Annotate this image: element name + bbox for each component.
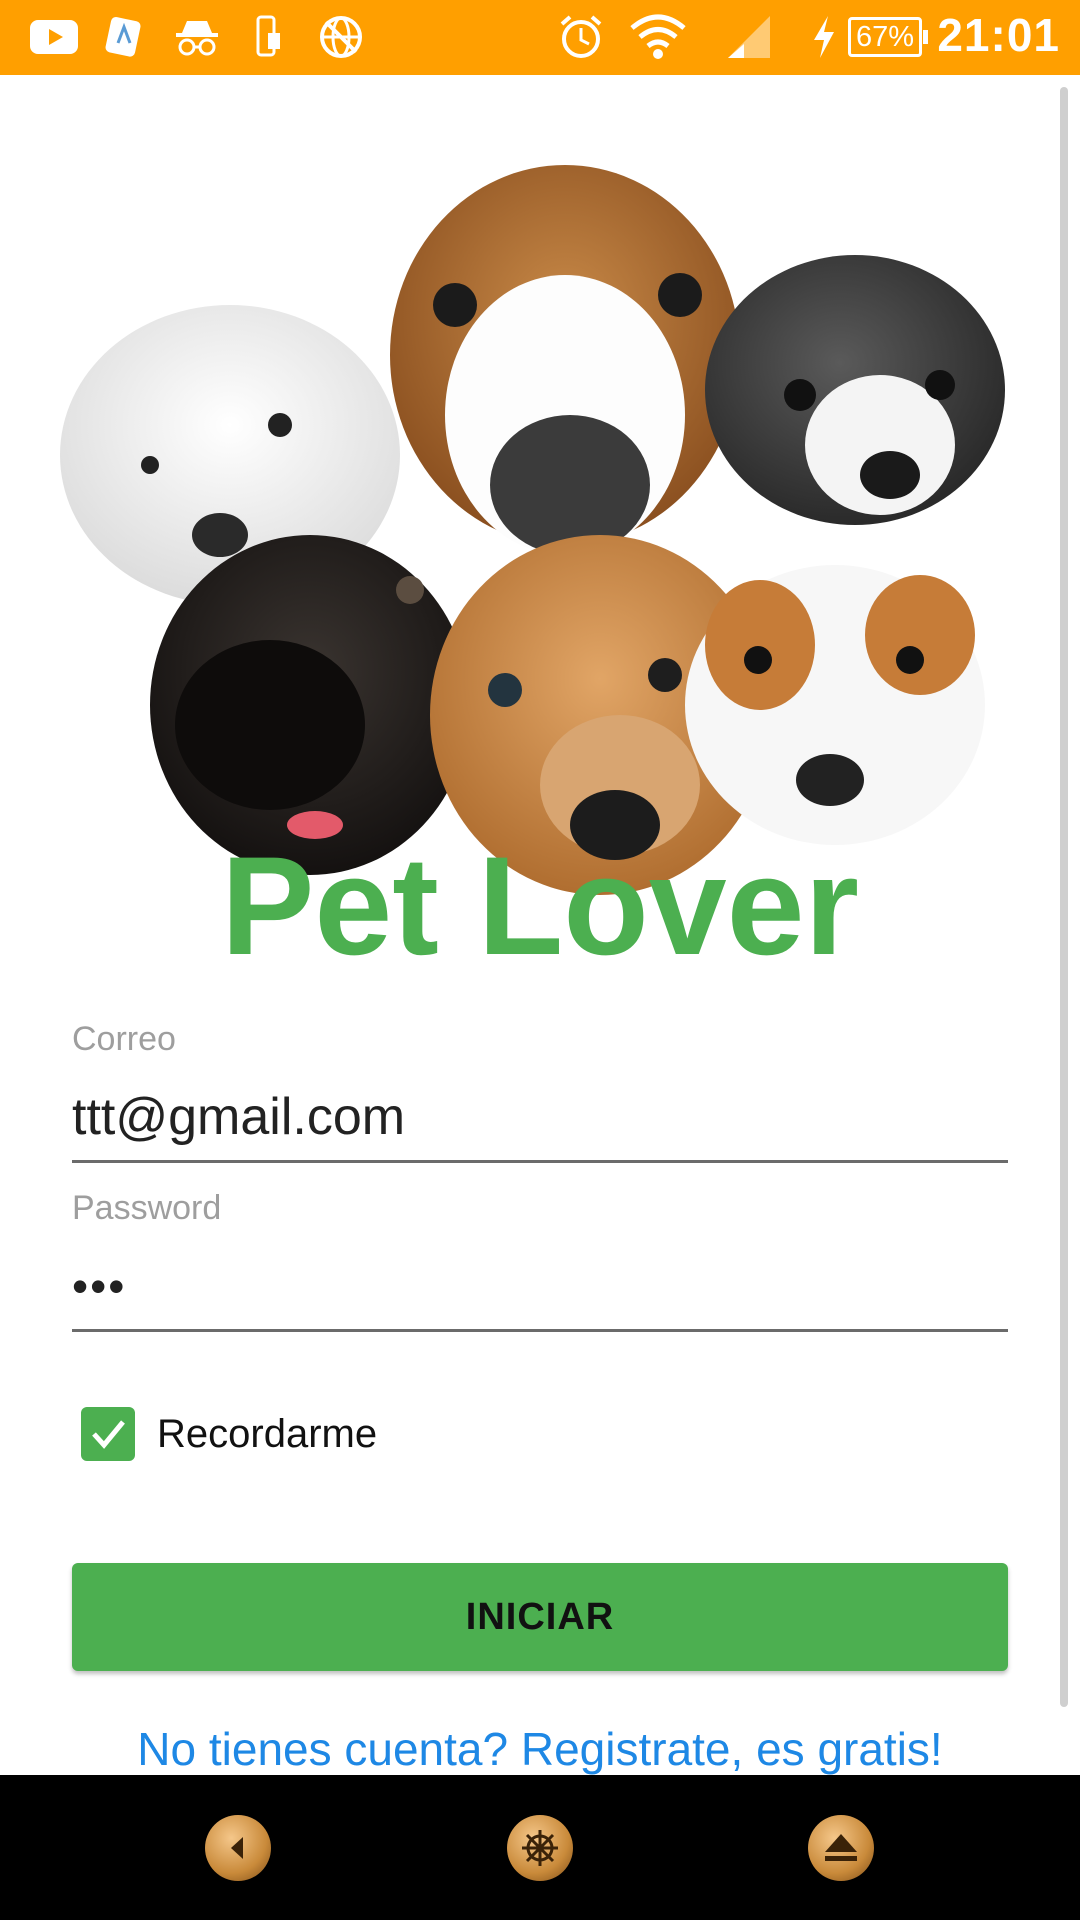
charging-icon — [810, 12, 838, 62]
signal-app-icon — [102, 12, 146, 62]
globe-icon — [318, 12, 364, 62]
email-label: Correo — [72, 1020, 176, 1058]
checkmark-icon — [92, 1420, 125, 1449]
register-link[interactable]: No tienes cuenta? Registrate, es gratis! — [0, 1722, 1080, 1776]
password-field[interactable]: ••• — [72, 1259, 126, 1313]
remember-checkbox[interactable] — [81, 1407, 135, 1461]
password-underline — [72, 1329, 1008, 1332]
up-icon[interactable] — [808, 1815, 874, 1881]
clock: 21:01 — [937, 9, 1060, 61]
alarm-icon — [558, 12, 604, 62]
phone-sim-icon — [254, 12, 284, 62]
navigation-bar — [0, 1775, 1080, 1920]
email-underline — [72, 1160, 1008, 1163]
remember-label[interactable]: Recordarme — [157, 1412, 377, 1457]
email-field[interactable]: ttt@gmail.com — [72, 1087, 405, 1147]
incognito-icon — [172, 12, 222, 62]
wifi-icon — [628, 12, 688, 62]
cell-signal-icon — [724, 12, 774, 62]
battery-indicator: 67% — [848, 17, 928, 57]
home-wheel-icon[interactable] — [507, 1815, 573, 1881]
back-icon[interactable] — [205, 1815, 271, 1881]
login-screen: Pet Lover Correo ttt@gmail.com Password … — [0, 75, 1080, 1775]
password-label: Password — [72, 1189, 222, 1227]
dogs-hero-image — [40, 125, 1020, 925]
login-button[interactable]: INICIAR — [72, 1563, 1008, 1671]
youtube-icon — [30, 12, 78, 62]
status-bar: 67% 21:01 — [0, 0, 1080, 75]
app-title: Pet Lover — [221, 827, 859, 984]
